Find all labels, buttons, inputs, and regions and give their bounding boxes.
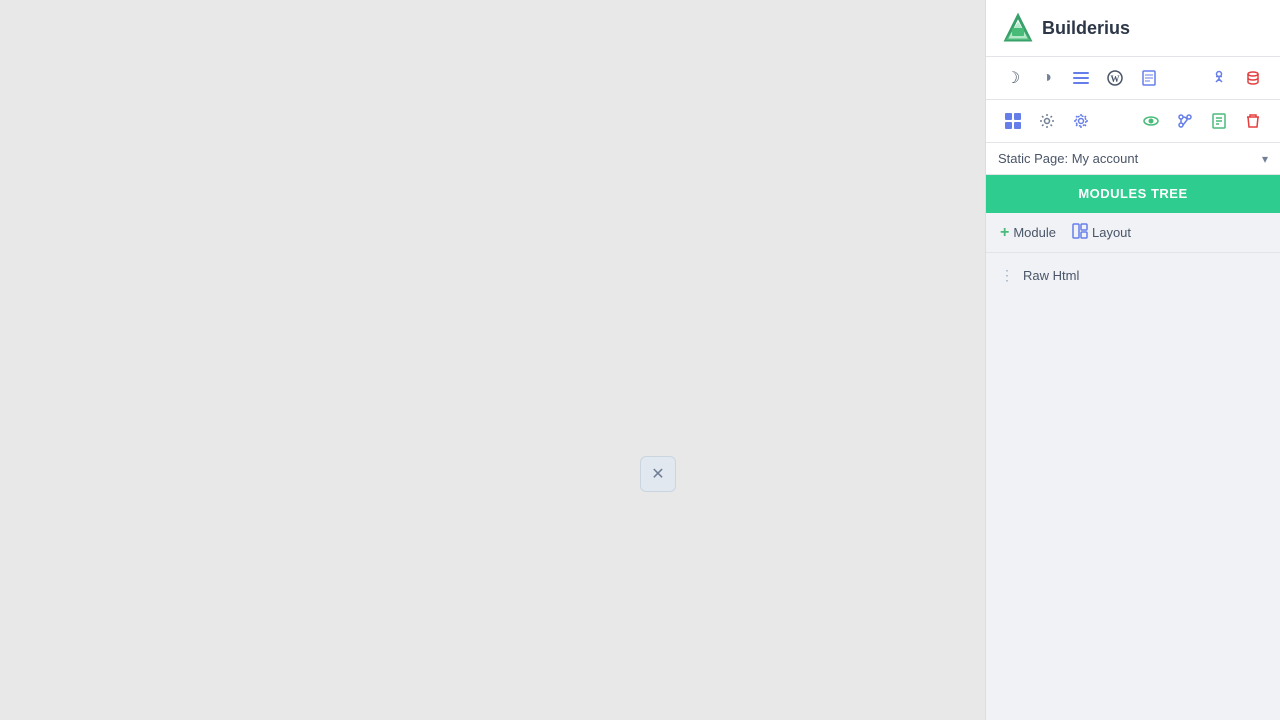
add-module-label: Module xyxy=(1013,225,1056,240)
settings2-icon-btn[interactable] xyxy=(1066,106,1096,136)
add-layout-label: Layout xyxy=(1092,225,1131,240)
database-icon-btn[interactable] xyxy=(1238,63,1268,93)
toolbar-row-1: ☽ ◑ W xyxy=(986,57,1280,100)
module-item-raw-html[interactable]: ⋮ Raw Html xyxy=(986,261,1280,290)
menu-list-icon-btn[interactable] xyxy=(1066,63,1096,93)
page-selector-label: Static Page: My account xyxy=(998,151,1138,166)
module-item-label: Raw Html xyxy=(1023,268,1079,283)
module-list: ⋮ Raw Html xyxy=(986,253,1280,720)
sidebar: Builderius ☽ ◑ W xyxy=(985,0,1280,720)
chevron-down-icon: ▾ xyxy=(1262,152,1268,166)
layout-icon xyxy=(1072,223,1088,242)
add-controls: + Module Layout xyxy=(986,213,1280,253)
eye-icon-btn[interactable] xyxy=(1136,106,1166,136)
puppet-icon-btn[interactable] xyxy=(1204,63,1234,93)
document-icon-btn[interactable] xyxy=(1134,63,1164,93)
modules-tree-header: MODULES TREE xyxy=(986,175,1280,213)
add-module-button[interactable]: + Module xyxy=(1000,224,1056,242)
add-layout-button[interactable]: Layout xyxy=(1072,223,1131,242)
wordpress-icon-btn[interactable]: W xyxy=(1100,63,1130,93)
grid-icon-btn[interactable] xyxy=(998,106,1028,136)
app-name: Builderius xyxy=(1042,18,1130,39)
moon-icon-btn[interactable]: ☽ xyxy=(998,63,1028,93)
builderius-logo xyxy=(1002,12,1034,44)
git-icon-btn[interactable] xyxy=(1170,106,1200,136)
sidebar-header: Builderius xyxy=(986,0,1280,57)
page-selector[interactable]: Static Page: My account ▾ xyxy=(986,143,1280,175)
modules-tree-title: MODULES TREE xyxy=(1078,186,1187,201)
module-drag-handle: ⋮ xyxy=(1000,267,1015,284)
canvas-area: ✕ xyxy=(0,0,985,720)
book-icon-btn[interactable] xyxy=(1204,106,1234,136)
settings-icon-btn[interactable] xyxy=(1032,106,1062,136)
plus-module-icon: + xyxy=(1000,224,1009,242)
trash-icon-btn[interactable] xyxy=(1238,106,1268,136)
close-button[interactable]: ✕ xyxy=(640,456,676,492)
toolbar-row-2 xyxy=(986,100,1280,143)
contrast-icon-btn[interactable]: ◑ xyxy=(1032,63,1062,93)
svg-text:W: W xyxy=(1111,74,1120,84)
